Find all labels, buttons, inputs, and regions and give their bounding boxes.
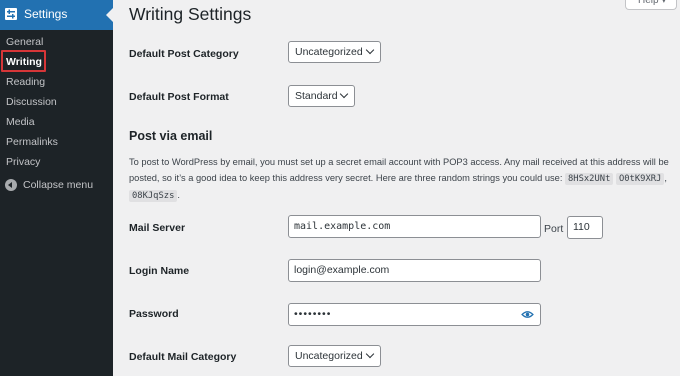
password-label: Password bbox=[129, 308, 179, 320]
default-post-category-select[interactable]: Uncategorized bbox=[288, 41, 381, 63]
collapse-menu-button[interactable]: Collapse menu bbox=[5, 179, 93, 191]
post-via-email-heading: Post via email bbox=[129, 129, 213, 143]
mail-server-input[interactable]: mail.example.com bbox=[288, 215, 541, 238]
sidebar-item-discussion[interactable]: Discussion bbox=[6, 96, 57, 108]
default-mail-category-select[interactable]: Uncategorized bbox=[288, 345, 381, 367]
writing-highlight-box bbox=[1, 50, 46, 72]
default-post-category-label: Default Post Category bbox=[129, 48, 239, 60]
sidebar-item-media[interactable]: Media bbox=[6, 116, 35, 128]
sidebar-title: Settings bbox=[24, 7, 68, 21]
password-input[interactable]: •••••••• bbox=[288, 303, 541, 326]
page-title: Writing Settings bbox=[129, 4, 252, 24]
sidebar-item-privacy[interactable]: Privacy bbox=[6, 156, 40, 168]
default-post-format-value: Standard bbox=[295, 90, 338, 102]
default-mail-category-label: Default Mail Category bbox=[129, 351, 237, 363]
mail-server-label: Mail Server bbox=[129, 222, 186, 234]
login-name-input[interactable]: login@example.com bbox=[288, 259, 541, 282]
collapse-menu-label: Collapse menu bbox=[23, 179, 94, 191]
show-password-icon[interactable] bbox=[521, 310, 534, 319]
chevron-down-icon bbox=[339, 89, 349, 99]
admin-sidebar: Settings General Writing Reading Discuss… bbox=[0, 0, 113, 376]
chevron-down-icon bbox=[365, 349, 375, 359]
default-post-format-select[interactable]: Standard bbox=[288, 85, 355, 107]
random-string: O0tK9XRJ bbox=[615, 173, 665, 185]
random-string: 08KJqSzs bbox=[129, 190, 178, 202]
chevron-down-icon bbox=[365, 45, 375, 55]
current-menu-arrow bbox=[106, 8, 113, 22]
port-label: Port bbox=[544, 223, 564, 235]
sidebar-item-permalinks[interactable]: Permalinks bbox=[6, 136, 58, 148]
default-mail-category-value: Uncategorized bbox=[295, 350, 363, 362]
sidebar-item-reading[interactable]: Reading bbox=[6, 76, 45, 88]
sidebar-item-general[interactable]: General bbox=[6, 36, 43, 48]
password-value: •••••••• bbox=[294, 308, 332, 320]
post-via-email-description: To post to WordPress by email, you must … bbox=[129, 157, 669, 202]
main-content: Writing Settings Help ▾ Default Post Cat… bbox=[113, 0, 680, 376]
help-tab-button[interactable]: Help ▾ bbox=[625, 0, 677, 10]
port-input[interactable]: 110 bbox=[567, 216, 603, 239]
settings-icon bbox=[5, 8, 17, 20]
random-string: 8HSx2UNt bbox=[565, 173, 614, 185]
sidebar-settings-menu[interactable]: Settings bbox=[0, 0, 113, 30]
login-name-label: Login Name bbox=[129, 265, 190, 277]
default-post-category-value: Uncategorized bbox=[295, 46, 363, 58]
collapse-menu-icon bbox=[5, 179, 17, 191]
default-post-format-label: Default Post Format bbox=[129, 91, 229, 103]
